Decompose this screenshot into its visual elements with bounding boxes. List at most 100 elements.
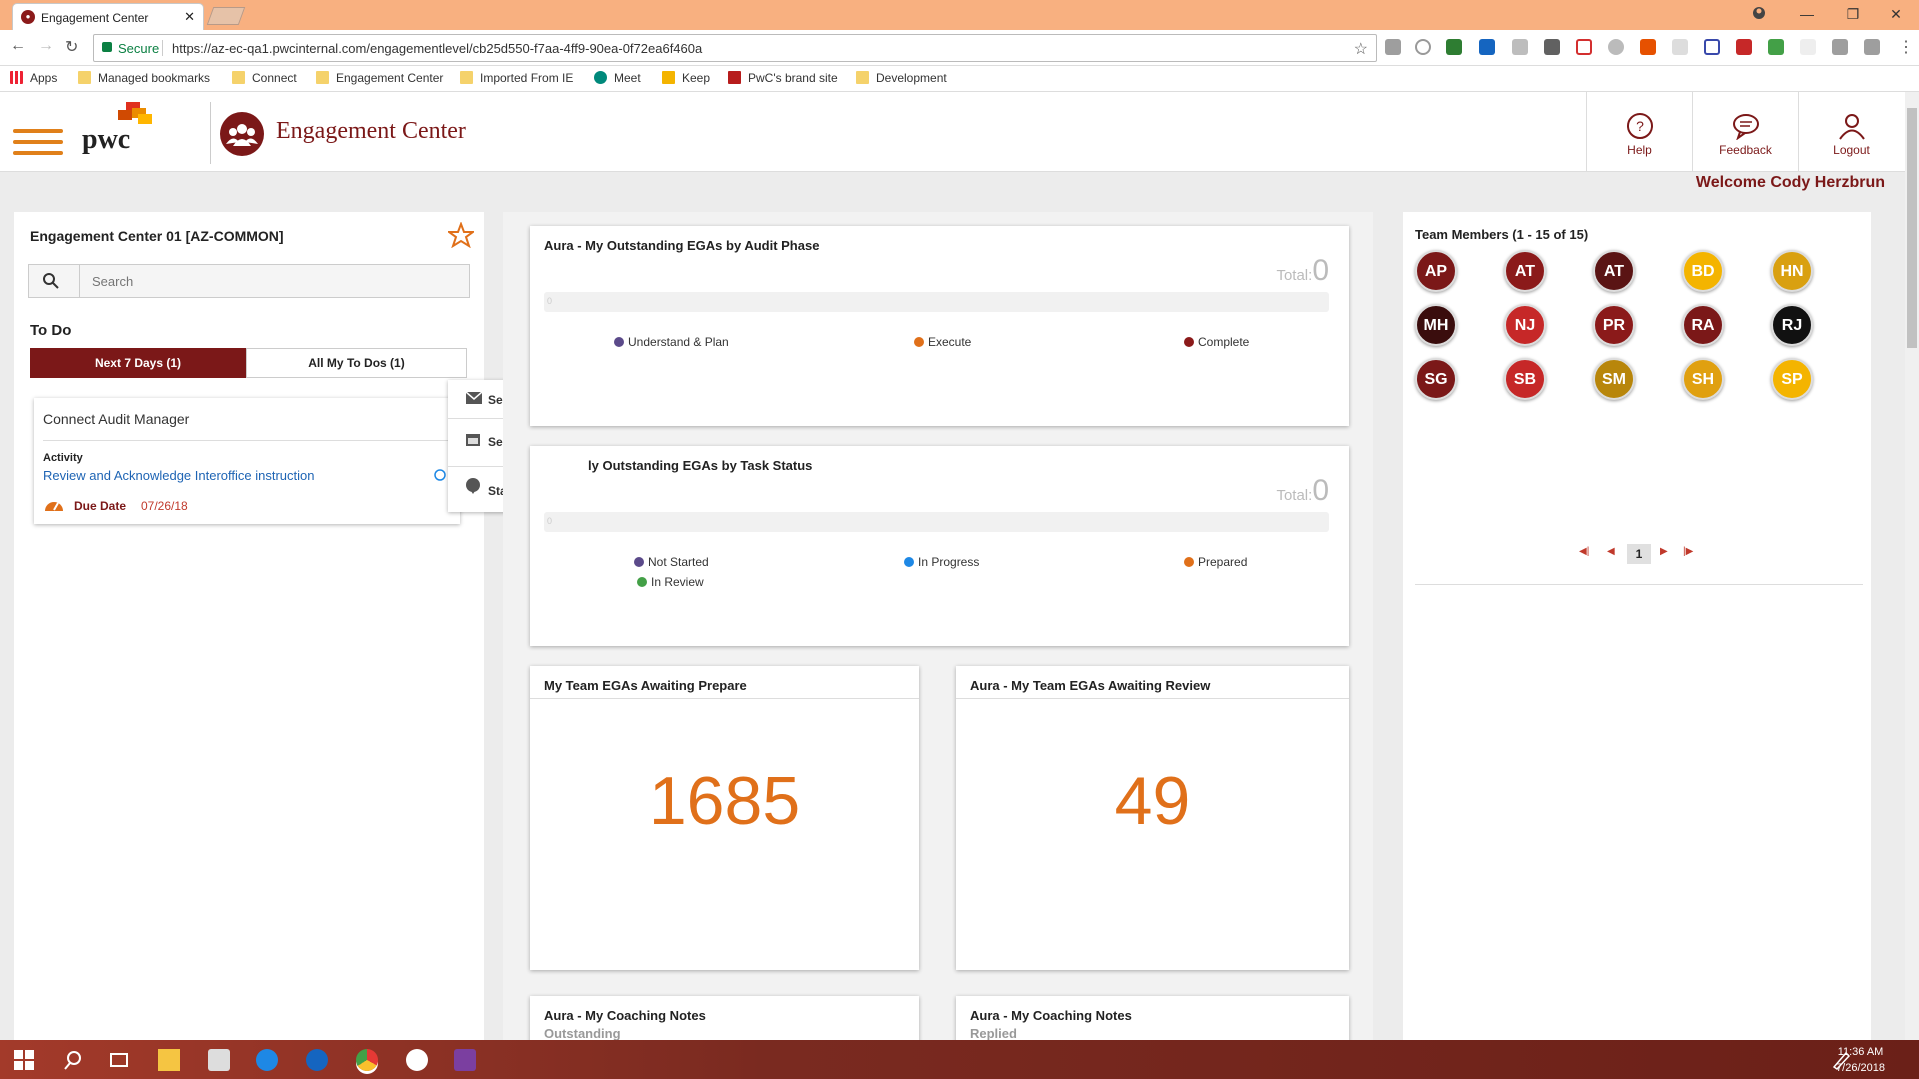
engagement-center-favicon-icon: ● xyxy=(21,10,35,24)
legend-understand-plan[interactable]: Understand & Plan xyxy=(614,335,729,349)
mail-icon[interactable] xyxy=(1704,39,1720,55)
extension-icon[interactable] xyxy=(1385,39,1401,55)
team-members-title: Team Members (1 - 15 of 15) xyxy=(1415,227,1589,242)
minimize-icon[interactable]: — xyxy=(1784,0,1830,28)
store-icon[interactable] xyxy=(208,1049,230,1071)
legend-execute[interactable]: Execute xyxy=(914,335,971,349)
team-member-avatar[interactable]: SP xyxy=(1771,358,1813,400)
last-page-icon[interactable]: |▶ xyxy=(1683,546,1693,557)
gmail-icon[interactable] xyxy=(1576,39,1592,55)
file-explorer-icon[interactable] xyxy=(158,1049,180,1071)
legend-in-progress[interactable]: In Progress xyxy=(904,555,979,569)
back-icon[interactable]: ← xyxy=(10,37,26,55)
close-window-icon[interactable]: ✕ xyxy=(1873,0,1919,28)
extension-icon[interactable] xyxy=(1672,39,1688,55)
bookmark-development[interactable]: Development xyxy=(856,71,947,85)
forward-icon[interactable]: → xyxy=(38,37,54,55)
extension-icon[interactable] xyxy=(1446,39,1462,55)
legend-dot xyxy=(634,557,644,567)
url-text[interactable]: https://az-ec-qa1.pwcinternal.com/engage… xyxy=(172,41,702,56)
total-value: 0 xyxy=(1312,474,1329,507)
bookmark-apps[interactable]: Apps xyxy=(10,71,57,85)
extension-icon[interactable] xyxy=(1832,39,1848,55)
tab-close-icon[interactable]: ✕ xyxy=(184,9,195,25)
next-page-icon[interactable]: ▶ xyxy=(1660,546,1668,557)
prev-page-icon[interactable]: ◀ xyxy=(1607,546,1615,557)
search-input[interactable] xyxy=(79,265,469,297)
current-page[interactable]: 1 xyxy=(1627,544,1651,564)
team-member-avatar[interactable]: RA xyxy=(1682,304,1724,346)
todo-title: Connect Audit Manager xyxy=(43,411,190,427)
taskbar-clock[interactable]: 11:36 AM 7/26/2018 xyxy=(1836,1044,1885,1076)
team-member-avatar[interactable]: PR xyxy=(1593,304,1635,346)
bookmark-pwc-brand[interactable]: PwC's brand site xyxy=(728,71,838,85)
scrollbar-thumb[interactable] xyxy=(1907,108,1917,348)
team-member-avatar[interactable]: AT xyxy=(1593,250,1635,292)
browser-menu-icon[interactable]: ⋮ xyxy=(1898,37,1914,57)
extension-icon[interactable] xyxy=(1544,39,1560,55)
bookmark-managed[interactable]: Managed bookmarks xyxy=(78,71,210,85)
new-tab-button[interactable] xyxy=(206,7,246,25)
extension-icon[interactable] xyxy=(1415,39,1431,55)
team-member-avatar[interactable]: AP xyxy=(1415,250,1457,292)
address-bar[interactable]: Secure https://az-ec-qa1.pwcinternal.com… xyxy=(93,34,1377,62)
browser-tab[interactable]: ● Engagement Center ✕ xyxy=(12,3,204,30)
clock-time: 11:36 AM xyxy=(1837,1046,1884,1058)
bookmark-meet[interactable]: Meet xyxy=(594,71,641,85)
legend-label: In Review xyxy=(651,575,704,589)
tab-next-7-days[interactable]: Next 7 Days (1) xyxy=(30,348,246,378)
bookmark-keep[interactable]: Keep xyxy=(662,71,710,85)
legend-in-review[interactable]: In Review xyxy=(637,575,704,589)
legend-not-started[interactable]: Not Started xyxy=(634,555,709,569)
bookmark-star-icon[interactable]: ☆ xyxy=(1354,39,1368,59)
network-icon[interactable] xyxy=(306,1049,328,1071)
extension-icon[interactable] xyxy=(1864,39,1880,55)
feedback-button[interactable]: Feedback xyxy=(1692,92,1798,172)
engagement-title: Engagement Center 01 [AZ-COMMON] xyxy=(30,228,284,244)
extension-icon[interactable] xyxy=(1512,39,1528,55)
task-view-icon[interactable] xyxy=(108,1049,130,1071)
logout-button[interactable]: Logout xyxy=(1798,92,1904,172)
team-member-avatar[interactable]: AT xyxy=(1504,250,1546,292)
team-member-avatar[interactable]: BD xyxy=(1682,250,1724,292)
bookmark-connect[interactable]: Connect xyxy=(232,71,297,85)
extension-icon[interactable] xyxy=(1736,39,1752,55)
team-member-avatar[interactable]: HN xyxy=(1771,250,1813,292)
team-member-avatar[interactable]: RJ xyxy=(1771,304,1813,346)
awaiting-prepare-card[interactable]: My Team EGAs Awaiting Prepare 1685 xyxy=(530,666,919,970)
reload-icon[interactable]: ↻ xyxy=(65,37,78,57)
extension-icon[interactable] xyxy=(1608,39,1624,55)
team-member-avatar[interactable]: SH xyxy=(1682,358,1724,400)
windows-start-icon[interactable] xyxy=(13,1049,35,1071)
extension-icon[interactable] xyxy=(1479,39,1495,55)
drive-icon[interactable] xyxy=(1768,39,1784,55)
awaiting-review-card[interactable]: Aura - My Team EGAs Awaiting Review 49 xyxy=(956,666,1349,970)
team-member-avatar[interactable]: SB xyxy=(1504,358,1546,400)
audit-phase-title: Aura - My Outstanding EGAs by Audit Phas… xyxy=(544,238,820,253)
team-member-avatar[interactable]: SG xyxy=(1415,358,1457,400)
hamburger-menu-icon[interactable] xyxy=(13,129,63,157)
favorite-star-icon[interactable] xyxy=(448,222,474,248)
team-member-avatar[interactable]: MH xyxy=(1415,304,1457,346)
restore-icon[interactable]: ❐ xyxy=(1830,0,1876,28)
bookmark-imported[interactable]: Imported From IE xyxy=(460,71,573,85)
legend-prepared[interactable]: Prepared xyxy=(1184,555,1247,569)
bookmark-engagement-center[interactable]: Engagement Center xyxy=(316,71,443,85)
help-button[interactable]: ? Help xyxy=(1586,92,1692,172)
search-icon[interactable] xyxy=(62,1049,84,1071)
chrome-icon[interactable] xyxy=(356,1049,378,1071)
smiley-icon[interactable] xyxy=(406,1049,428,1071)
extension-icon[interactable] xyxy=(1800,39,1816,55)
onenote-icon[interactable] xyxy=(454,1049,476,1071)
extension-icon[interactable] xyxy=(1640,39,1656,55)
activity-link[interactable]: Review and Acknowledge Interoffice instr… xyxy=(43,468,314,483)
internet-explorer-icon[interactable] xyxy=(256,1049,278,1071)
team-member-avatar[interactable]: SM xyxy=(1593,358,1635,400)
todo-card: Connect Audit Manager Activity Review an… xyxy=(34,398,460,524)
search-icon[interactable] xyxy=(43,273,59,289)
team-member-avatar[interactable]: NJ xyxy=(1504,304,1546,346)
due-date-label: Due Date xyxy=(74,499,127,513)
legend-complete[interactable]: Complete xyxy=(1184,335,1249,349)
first-page-icon[interactable]: ◀| xyxy=(1579,546,1589,557)
tab-all-my-todos[interactable]: All My To Dos (1) xyxy=(246,348,467,378)
